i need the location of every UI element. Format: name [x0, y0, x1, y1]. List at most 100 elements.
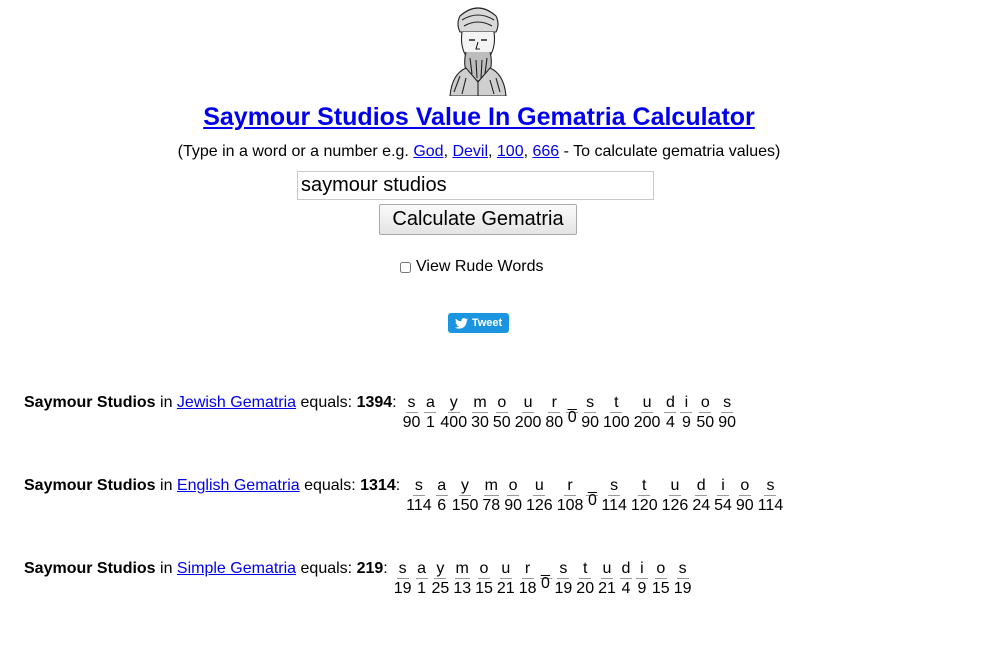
subtitle-sep: , — [523, 143, 533, 160]
letter: y — [434, 560, 447, 579]
letter-value: 90 — [718, 414, 736, 431]
letter: o — [738, 477, 751, 496]
letter: s — [412, 477, 425, 496]
letter: a — [415, 560, 428, 579]
letter-cell: s 114 — [599, 477, 629, 515]
letter: u — [533, 477, 546, 496]
letter: i — [635, 560, 648, 579]
letter-cell: s 114 — [756, 477, 786, 515]
system-link[interactable]: English Gematria — [177, 477, 300, 494]
letter: u — [641, 394, 654, 413]
letter: a — [424, 394, 437, 413]
letter: d — [664, 394, 677, 413]
example-link-666[interactable]: 666 — [533, 143, 560, 160]
letter-value: 21 — [496, 580, 515, 597]
letter-value: 6 — [437, 497, 447, 514]
example-link-100[interactable]: 100 — [497, 143, 524, 160]
subtitle-prefix: (Type in a word or a number e.g. — [177, 143, 414, 160]
system-link[interactable]: Jewish Gematria — [177, 394, 296, 411]
letter-value: 90 — [581, 414, 599, 431]
letter: m — [454, 560, 470, 579]
letter: i — [680, 394, 693, 413]
letter: o — [478, 560, 490, 579]
letter-value: 400 — [440, 414, 468, 431]
page-title-link[interactable]: Saymour Studios Value In Gematria Calcul… — [0, 103, 958, 132]
letter: s — [584, 394, 597, 413]
letter-breakdown: s 90 a 1 y 400 m 30 o 50 u 200 r 80 _ 0 s 90 t 100 u 200 d 4 i 9 o… — [401, 394, 738, 432]
letter: t — [579, 560, 592, 579]
system-link[interactable]: Simple Gematria — [177, 560, 296, 577]
letter: o — [654, 560, 667, 579]
letter-value: 114 — [601, 497, 627, 514]
letter-value: 90 — [402, 414, 421, 431]
letter-cell: i9 — [634, 560, 650, 598]
letter-cell: o 50 — [491, 394, 513, 432]
letter-cell: m 30 — [469, 394, 491, 432]
equals-word: equals: — [296, 560, 357, 577]
letter-value: 80 — [545, 414, 564, 431]
letter-cell: u 21 — [596, 560, 618, 598]
letter-value: 90 — [735, 497, 754, 514]
twitter-bird-icon — [454, 317, 468, 329]
letter-cell: o 90 — [502, 477, 524, 515]
letter-value: 21 — [598, 580, 616, 597]
letter-value: 108 — [556, 497, 584, 514]
letter: m — [483, 477, 499, 496]
letter-cell: _ 0 — [539, 560, 553, 598]
example-link-god[interactable]: God — [413, 143, 443, 160]
total-value: 219 — [356, 560, 384, 577]
letter-value: 50 — [492, 414, 511, 431]
letter-value: 54 — [714, 497, 732, 514]
calculate-gematria-button[interactable]: Calculate Gematria — [379, 204, 577, 235]
letter-cell: u 126 — [660, 477, 691, 515]
letter: s — [396, 560, 409, 579]
letter-value: 9 — [681, 414, 691, 431]
letter-cell: s 19 — [553, 560, 575, 598]
letter-value: 24 — [692, 497, 711, 514]
letter-value: 114 — [406, 497, 432, 514]
letter-value: 19 — [393, 580, 412, 597]
letter-cell: i 54 — [712, 477, 734, 515]
letter-cell: y 400 — [438, 394, 469, 432]
letter-cell: s 90 — [716, 394, 738, 432]
phrase: Saymour Studios — [24, 394, 156, 411]
view-rude-words-option[interactable]: View Rude Words — [400, 258, 543, 276]
search-input[interactable] — [297, 171, 654, 200]
letter-cell: d4 — [618, 560, 634, 598]
letter-value: 150 — [451, 497, 479, 514]
example-link-devil[interactable]: Devil — [452, 143, 488, 160]
letter-cell: o 15 — [473, 560, 495, 598]
letter-value: 0 — [567, 409, 577, 426]
letter: o — [495, 394, 508, 413]
equals-word: equals: — [296, 394, 357, 411]
letter: d — [695, 477, 708, 496]
in-word: in — [155, 477, 177, 494]
equals-word: equals: — [299, 477, 361, 494]
letter-cell: y 150 — [450, 477, 481, 515]
letter-value: 18 — [518, 580, 537, 597]
letter-value: 15 — [651, 580, 670, 597]
letter: t — [638, 477, 651, 496]
letter-cell: u 200 — [513, 394, 544, 432]
letter-cell: u 21 — [495, 560, 517, 598]
letter-cell: s 90 — [579, 394, 601, 432]
letter-value: 90 — [504, 497, 522, 514]
letter-cell: s 114 — [404, 477, 434, 515]
letter-value: 78 — [482, 497, 501, 514]
view-rude-words-checkbox[interactable] — [400, 261, 411, 273]
letter-cell: o 90 — [734, 477, 756, 515]
letter: u — [499, 560, 512, 579]
letter-cell: a1 — [414, 560, 430, 598]
letter: s — [721, 394, 734, 413]
tweet-button[interactable]: Tweet — [448, 313, 509, 333]
letter-breakdown: s 19 a 1 y 25 m 13 o 15 u 21 r 18 _ 0 s 19 t 20 u 21 d 4 i 9 o 15 s 1… — [392, 560, 694, 598]
letter-value: 15 — [475, 580, 493, 597]
letter: y — [447, 394, 460, 413]
letter: d — [619, 560, 632, 579]
letter-cell: d4 — [662, 394, 678, 432]
letter-cell: u 126 — [524, 477, 555, 515]
letter-value: 9 — [637, 580, 647, 597]
letter: r — [564, 477, 577, 496]
letter: s — [405, 394, 418, 413]
letter: t — [610, 394, 623, 413]
